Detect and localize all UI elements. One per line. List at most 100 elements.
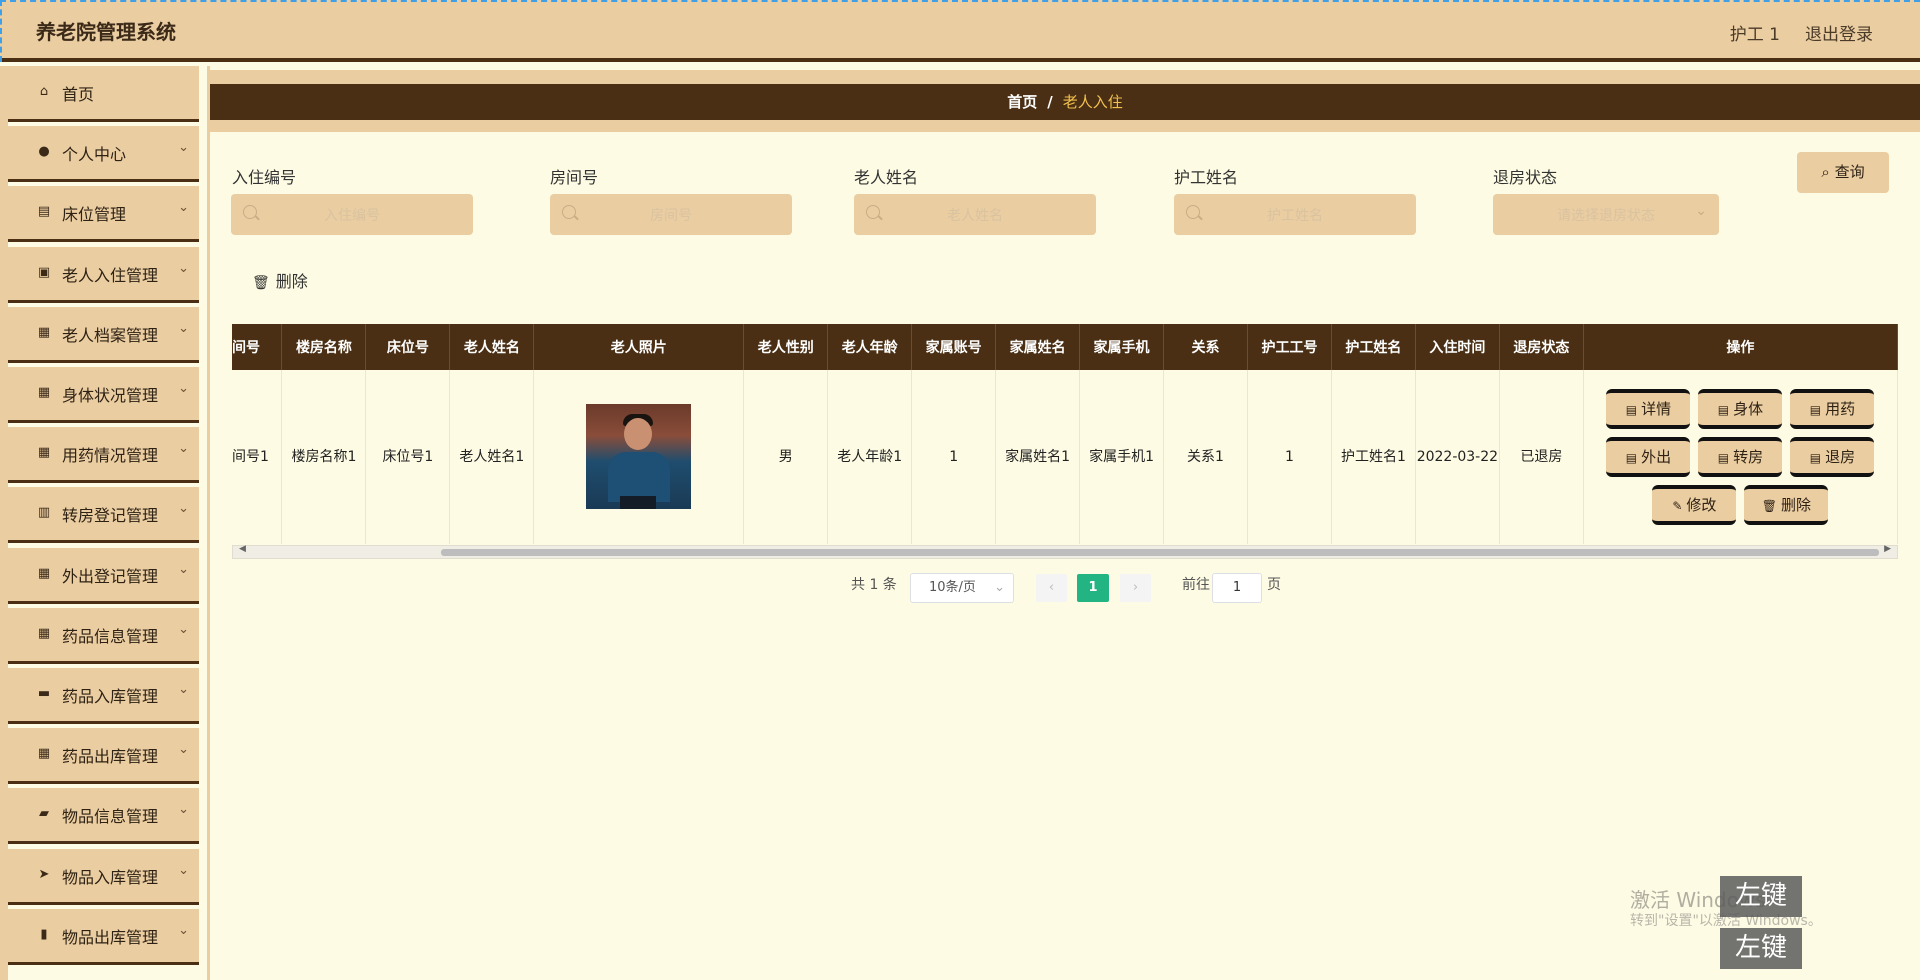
breadcrumb: 首页 / 老人入住: [210, 84, 1920, 120]
cell-photo: [533, 370, 745, 544]
sidebar-item-label: 药品出库管理: [62, 747, 159, 766]
elder-name-label: 老人姓名: [854, 168, 919, 187]
bulk-delete-label: 删除: [275, 272, 308, 291]
logout-link[interactable]: 退出登录: [1805, 20, 1873, 45]
sidebar-item-label: 用药情况管理: [62, 446, 159, 465]
cell-worker-id: 1: [1247, 370, 1332, 544]
elder-name-input[interactable]: 老人姓名: [854, 194, 1096, 235]
row-action-button[interactable]: ▤ 用药: [1790, 388, 1875, 429]
elder-photo[interactable]: [586, 404, 692, 510]
worker-name-input[interactable]: 护工姓名: [1174, 194, 1416, 235]
row-action-button[interactable]: 🗑 删除: [1744, 484, 1829, 525]
sidebar-edge: [0, 66, 8, 980]
bulk-delete-button[interactable]: 🗑 删除: [252, 268, 308, 292]
row-action-button[interactable]: ▤ 身体: [1698, 388, 1783, 429]
checkout-status-placeholder: 请选择退房状态: [1557, 208, 1655, 224]
sidebar-item[interactable]: ⌂ 首页: [8, 66, 199, 122]
query-button[interactable]: ⌕ 查询: [1797, 152, 1889, 193]
document-icon: ▤: [1625, 450, 1638, 465]
column-header[interactable]: 操作: [1583, 324, 1898, 370]
sidebar-item[interactable]: ➤ 物品入库管理 ⌄: [8, 849, 199, 905]
checkout-status-select[interactable]: 请选择退房状态 ⌄: [1493, 194, 1719, 235]
scroll-left-icon[interactable]: ◀: [239, 544, 246, 554]
cell-age: 老人年龄1: [827, 370, 913, 544]
column-header[interactable]: 退房状态: [1499, 324, 1584, 370]
worker-name-label: 护工姓名: [1174, 168, 1239, 187]
column-header[interactable]: 家属姓名: [995, 324, 1081, 370]
sidebar-item[interactable]: ▤ 床位管理 ⌄: [8, 186, 199, 242]
sidebar-item[interactable]: ● 个人中心 ⌄: [8, 126, 199, 182]
sidebar-item[interactable]: ▥ 转房登记管理 ⌄: [8, 487, 199, 543]
breadcrumb-home[interactable]: 首页: [1007, 93, 1037, 111]
column-header[interactable]: 老人姓名: [449, 324, 535, 370]
column-header[interactable]: 老人年龄: [827, 324, 913, 370]
cell-room: 间号1: [232, 370, 283, 544]
page-size-select[interactable]: 10条/页 ⌄: [910, 573, 1014, 603]
column-header[interactable]: 护工工号: [1247, 324, 1332, 370]
column-header[interactable]: 间号: [232, 324, 283, 370]
row-action-button[interactable]: ▤ 退房: [1790, 436, 1875, 477]
page-number-current[interactable]: 1: [1077, 574, 1109, 602]
sidebar-item[interactable]: ▦ 用药情况管理 ⌄: [8, 427, 199, 483]
table-row: 间号1 楼房名称1 床位号1 老人姓名1 男 老人年龄1 1 家属姓名1 家属手…: [232, 370, 1898, 544]
sidebar-item[interactable]: ▦ 药品出库管理 ⌄: [8, 728, 199, 784]
horizontal-scrollbar[interactable]: ◀ ▶: [232, 544, 1898, 559]
prev-page-button[interactable]: ‹: [1036, 574, 1067, 602]
photo-legs: [620, 496, 657, 510]
app-title: 养老院管理系统: [36, 20, 176, 44]
cell-name: 老人姓名1: [449, 370, 535, 544]
scroll-right-icon[interactable]: ▶: [1884, 544, 1891, 554]
document-icon: ▤: [1809, 402, 1822, 417]
chevron-down-icon: ⌄: [178, 863, 189, 878]
cell-family-phone: 家属手机1: [1079, 370, 1165, 544]
sidebar-item[interactable]: ▦ 外出登记管理 ⌄: [8, 548, 199, 604]
row-action-label: 修改: [1686, 495, 1717, 514]
cell-bed: 床位号1: [365, 370, 451, 544]
sidebar-item[interactable]: ▮ 物品出库管理 ⌄: [8, 909, 199, 965]
chart-icon: ▤: [37, 204, 51, 219]
goto-page-input[interactable]: 1: [1212, 573, 1262, 603]
send-icon: ➤: [38, 867, 50, 882]
sidebar-item[interactable]: ▣ 老人入住管理 ⌄: [8, 247, 199, 303]
column-header[interactable]: 家属手机: [1079, 324, 1165, 370]
next-page-button[interactable]: ›: [1120, 574, 1151, 602]
cell-family-name: 家属姓名1: [995, 370, 1081, 544]
row-action-label: 删除: [1781, 495, 1812, 514]
column-header[interactable]: 关系: [1163, 324, 1248, 370]
room-no-placeholder: 房间号: [650, 208, 692, 224]
chevron-down-icon: ⌄: [178, 441, 189, 456]
document-icon: ▤: [1625, 402, 1638, 417]
current-user[interactable]: 护工 1: [1730, 20, 1780, 45]
scrollbar-thumb[interactable]: [441, 549, 1879, 556]
row-action-label: 转房: [1733, 447, 1764, 466]
row-action-label: 详情: [1641, 399, 1672, 418]
row-action-button[interactable]: ▤ 外出: [1606, 436, 1691, 477]
row-action-button[interactable]: ✎ 修改: [1652, 484, 1737, 525]
sidebar-item[interactable]: ▦ 老人档案管理 ⌄: [8, 307, 199, 363]
sidebar-item-label: 床位管理: [62, 205, 127, 224]
room-no-input[interactable]: 房间号: [550, 194, 792, 235]
top-header: 养老院管理系统 护工 1 退出登录: [0, 0, 1920, 62]
row-action-button[interactable]: ▤ 转房: [1698, 436, 1783, 477]
column-header[interactable]: 床位号: [365, 324, 451, 370]
column-header[interactable]: 入住时间: [1415, 324, 1500, 370]
column-header[interactable]: 家属账号: [911, 324, 997, 370]
column-header[interactable]: 护工姓名: [1331, 324, 1416, 370]
sidebar-item[interactable]: ▦ 药品信息管理 ⌄: [8, 608, 199, 664]
sidebar-item-label: 首页: [62, 85, 95, 104]
sidebar-item[interactable]: ▦ 身体状况管理 ⌄: [8, 367, 199, 423]
cell-status: 已退房: [1499, 370, 1584, 544]
row-action-button[interactable]: ▤ 详情: [1606, 388, 1691, 429]
trash-icon: 🗑: [1761, 498, 1778, 513]
sidebar-item[interactable]: ▰ 物品信息管理 ⌄: [8, 788, 199, 844]
sidebar-item[interactable]: ▬ 药品入库管理 ⌄: [8, 668, 199, 724]
grid-icon: ▦: [37, 566, 51, 581]
sidebar-item-label: 身体状况管理: [62, 386, 159, 405]
column-header[interactable]: 楼房名称: [281, 324, 367, 370]
row-action-label: 身体: [1733, 399, 1764, 418]
column-header[interactable]: 老人性别: [743, 324, 829, 370]
checkin-no-input[interactable]: 入住编号: [231, 194, 473, 235]
column-header[interactable]: 老人照片: [533, 324, 745, 370]
chevron-down-icon: ⌄: [178, 381, 189, 396]
cell-actions: ▤ 详情 ▤ 身体 ▤ 用药 ▤ 外出 ▤ 转房 ▤ 退房 ✎ 修改 🗑 删除: [1583, 370, 1898, 544]
